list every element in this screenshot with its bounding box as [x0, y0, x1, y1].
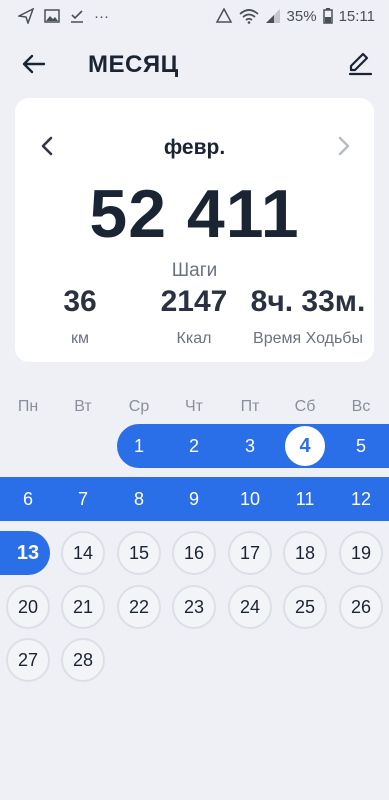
distance-label: км: [71, 330, 89, 347]
calendar-day[interactable]: 12: [339, 477, 383, 521]
walking-time-label: Время Ходьбы: [253, 330, 363, 347]
status-bar-right: 35% 15:11: [215, 8, 375, 25]
calendar-day[interactable]: 25: [283, 585, 327, 629]
signal-icon: [265, 9, 281, 23]
calendar-day[interactable]: 23: [172, 585, 216, 629]
weekday-mon: Пн: [17, 398, 39, 415]
summary-card: февр. 52 411 Шаги 36 км 2147 Ккал 8ч. 33…: [15, 98, 374, 362]
calendar-day[interactable]: 4: [283, 424, 327, 468]
pencil-icon: [348, 52, 373, 76]
calories-value: 2147: [160, 285, 228, 318]
calendar-day[interactable]: 1: [117, 424, 161, 468]
calendar-day[interactable]: 9: [172, 477, 216, 521]
status-bar-left: ···: [18, 8, 109, 25]
calendar-day[interactable]: 17: [228, 531, 272, 575]
month-label: февр.: [163, 136, 226, 159]
calendar-day[interactable]: 15: [117, 531, 161, 575]
walking-time-value: 8ч. 33м.: [250, 285, 366, 318]
calendar-day[interactable]: 7: [61, 477, 105, 521]
calories-stat: 2147 Ккал: [147, 284, 241, 348]
paper-plane-icon: [18, 8, 34, 24]
battery-icon: [322, 8, 333, 24]
calendar-day[interactable]: 28: [61, 638, 105, 682]
calendar-day[interactable]: 19: [339, 531, 383, 575]
edit-button[interactable]: [345, 48, 375, 78]
calendar-day[interactable]: 13: [6, 531, 50, 575]
back-button[interactable]: [20, 50, 48, 78]
calendar-day[interactable]: 18: [283, 531, 327, 575]
calendar-day[interactable]: 26: [339, 585, 383, 629]
calories-label: Ккал: [176, 330, 212, 347]
calendar-day[interactable]: 21: [61, 585, 105, 629]
download-check-icon: [70, 9, 84, 23]
calendar-day[interactable]: 6: [6, 477, 50, 521]
walking-time-stat: 8ч. 33м. Время Ходьбы: [249, 284, 367, 348]
steps-total: 52 411: [89, 176, 300, 252]
page-title: МЕСЯЦ: [88, 51, 179, 78]
more-notifications-icon: ···: [94, 7, 109, 25]
weekday-wed: Ср: [128, 398, 150, 415]
calendar-day[interactable]: 24: [228, 585, 272, 629]
calendar-day[interactable]: 5: [339, 424, 383, 468]
calendar-day[interactable]: 27: [6, 638, 50, 682]
calendar-day[interactable]: 20: [6, 585, 50, 629]
recycle-icon: [215, 8, 233, 24]
image-icon: [44, 9, 60, 23]
weekday-sun: Вс: [351, 398, 371, 415]
arrow-left-icon: [22, 54, 46, 74]
clock: 15:11: [338, 7, 375, 25]
calendar-day[interactable]: 11: [283, 477, 327, 521]
weekday-sat: Сб: [294, 398, 316, 415]
app-header: МЕСЯЦ: [0, 40, 389, 88]
calendar-day[interactable]: 3: [228, 424, 272, 468]
distance-value: 36: [63, 285, 97, 318]
weekday-header: Пн Вт Ср Чт Пт Сб Вс: [0, 398, 389, 418]
calendar-day[interactable]: 8: [117, 477, 161, 521]
calendar-day[interactable]: 14: [61, 531, 105, 575]
calendar-day[interactable]: 10: [228, 477, 272, 521]
wifi-icon: [238, 8, 259, 24]
battery-percent: 35%: [286, 7, 317, 25]
status-bar: ··· 35% 15:11: [0, 0, 389, 32]
weekday-thu: Чт: [185, 398, 203, 415]
calendar-day[interactable]: 22: [117, 585, 161, 629]
chevron-right-icon: [338, 136, 350, 156]
calendar-day[interactable]: 16: [172, 531, 216, 575]
steps-label: Шаги: [171, 260, 218, 281]
weekday-tue: Вт: [74, 398, 92, 415]
next-month-button[interactable]: [334, 134, 354, 158]
calendar-day[interactable]: 2: [172, 424, 216, 468]
weekday-fri: Пт: [240, 398, 260, 415]
distance-stat: 36 км: [45, 284, 115, 348]
